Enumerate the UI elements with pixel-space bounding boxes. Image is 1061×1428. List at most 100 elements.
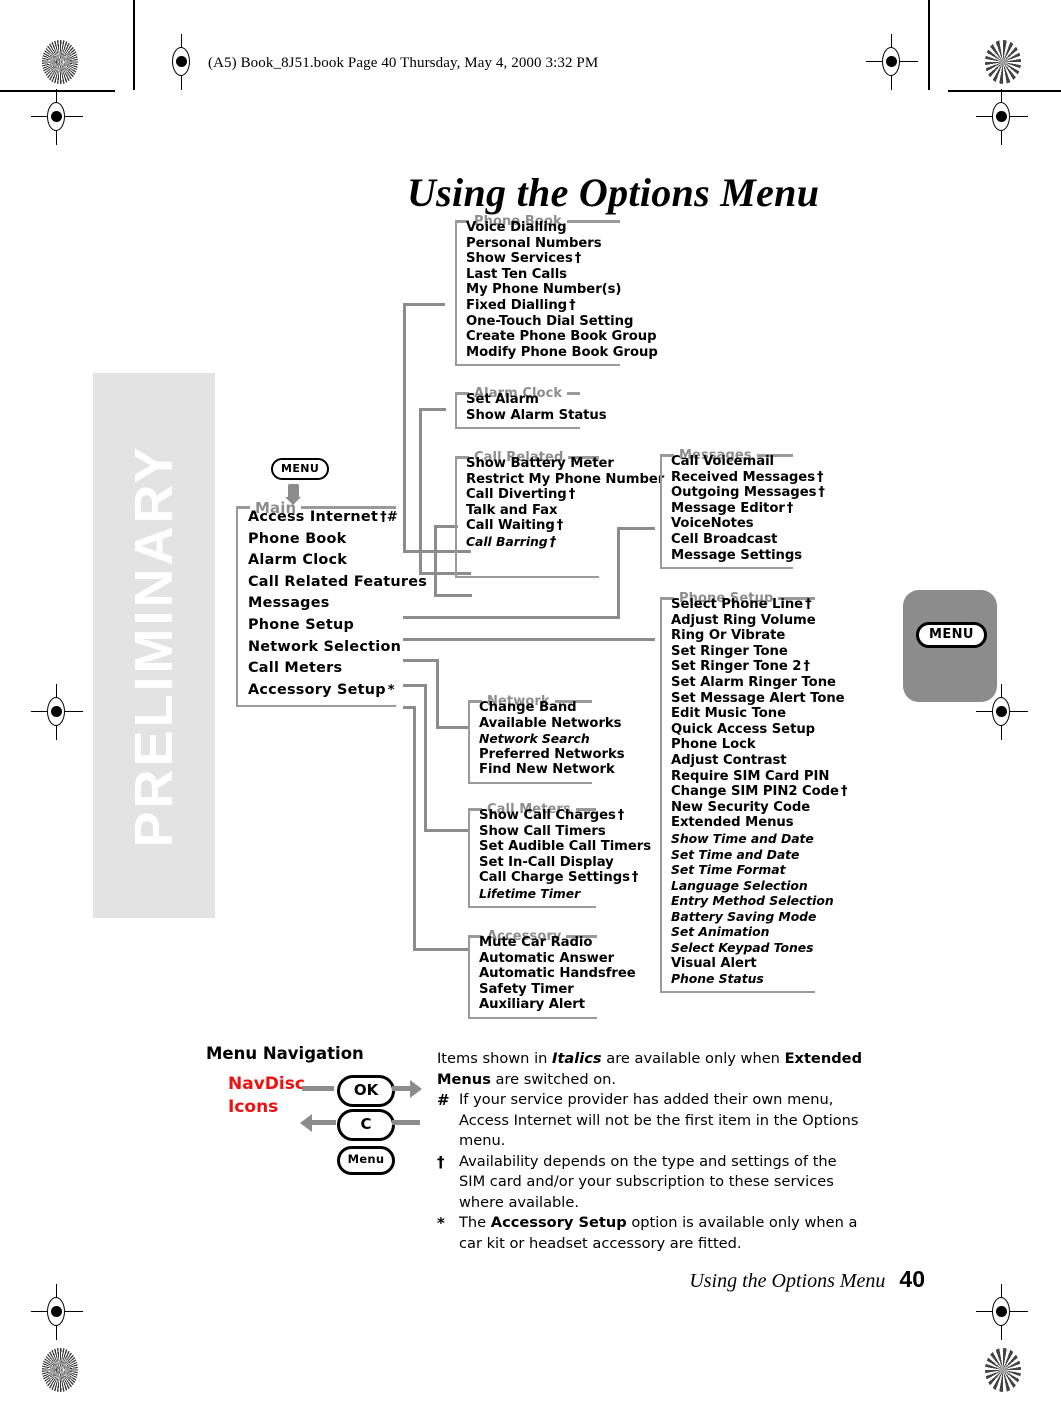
menu-item[interactable]: Entry Method Selection — [671, 893, 834, 909]
navdisc-row-ok: OK — [302, 1075, 430, 1109]
connector-network-v — [436, 659, 440, 729]
connector-network-h1 — [403, 659, 439, 663]
menu-item[interactable]: Visual Alert — [671, 956, 809, 972]
menu-item[interactable]: Show Battery Meter — [466, 456, 614, 472]
menu-item[interactable]: Require SIM Card PIN — [671, 769, 829, 785]
menu-item[interactable]: Set Alarm — [466, 392, 574, 408]
menu-item-footnote-mark: † — [617, 808, 625, 823]
menu-item[interactable]: Access Internet †# — [248, 507, 398, 529]
menu-item[interactable]: Set In-Call Display — [479, 855, 614, 871]
menu-item[interactable]: Set Alarm Ringer Tone — [671, 675, 836, 691]
menu-item[interactable]: Set Ringer Tone — [671, 644, 809, 660]
menu-item[interactable]: Message Editor † — [671, 501, 793, 517]
crop-mark-top-right — [976, 89, 1028, 145]
menu-item[interactable]: Show Call Charges † — [479, 808, 624, 824]
menu-item[interactable]: Auxiliary Alert — [479, 997, 591, 1013]
menu-item[interactable]: Change SIM PIN2 Code † — [671, 784, 847, 800]
menu-item[interactable]: Modify Phone Book Group — [466, 345, 658, 361]
menu-item[interactable]: Quick Access Setup — [671, 722, 815, 738]
menu-item[interactable]: Available Networks — [479, 716, 621, 732]
menu-key-top[interactable]: MENU — [271, 457, 330, 480]
footnote-text: If your service provider has added their… — [459, 1091, 859, 1149]
menu-item[interactable]: Automatic Answer — [479, 951, 614, 967]
footnote-text: Accessory Setup — [490, 1214, 627, 1231]
menu-item[interactable]: Set Animation — [671, 924, 809, 940]
navdisc-line-1: NavDisc — [228, 1074, 305, 1094]
menu-item[interactable]: Personal Numbers — [466, 236, 614, 252]
connector-network-h2 — [436, 726, 470, 730]
menu-item[interactable]: Select Phone Line † — [671, 597, 812, 613]
menu-item[interactable]: Extended Menus — [671, 815, 809, 831]
menu-item[interactable]: Call Related Features — [248, 572, 427, 594]
menu-item[interactable]: Mute Car Radio — [479, 935, 592, 951]
menu-item[interactable]: Voice Dialling — [466, 220, 614, 236]
menu-item[interactable]: Phone Lock — [671, 737, 809, 753]
menu-item[interactable]: Find New Network — [479, 762, 615, 778]
menu-item[interactable]: Automatic Handsfree — [479, 966, 636, 982]
menu-item[interactable]: Set Audible Call Timers — [479, 839, 651, 855]
menu-item[interactable]: Set Ringer Tone 2 † — [671, 659, 810, 675]
menu-item[interactable]: Outgoing Messages † — [671, 485, 825, 501]
menu-item[interactable]: Edit Music Tone — [671, 706, 809, 722]
menu-item-footnote-mark: † — [569, 297, 576, 313]
menu-item[interactable]: Call Diverting † — [466, 487, 593, 503]
menu-item[interactable]: Adjust Contrast — [671, 753, 809, 769]
clear-key[interactable]: C — [337, 1109, 395, 1141]
menu-item[interactable]: Show Call Timers — [479, 824, 606, 840]
menu-item[interactable]: Set Message Alert Tone — [671, 691, 845, 707]
crop-mark-mid-right — [976, 684, 1028, 740]
menu-item[interactable]: Accessory Setup * — [248, 680, 395, 702]
menu-item[interactable]: Last Ten Calls — [466, 267, 614, 283]
menu-item[interactable]: Adjust Ring Volume — [671, 613, 816, 629]
menu-item-footnote-mark: † — [805, 597, 812, 612]
trim-line-top-left — [0, 90, 115, 92]
menu-item[interactable]: Show Alarm Status — [466, 408, 607, 424]
menu-item[interactable]: Safety Timer — [479, 982, 591, 998]
menu-item[interactable]: Received Messages † — [671, 470, 824, 486]
menu-item[interactable]: Call Voicemail — [671, 454, 787, 470]
menu-item[interactable]: Preferred Networks — [479, 747, 625, 763]
menu-item[interactable]: Message Settings — [671, 548, 802, 564]
menu-item[interactable]: Fixed Dialling † — [466, 298, 614, 314]
menu-item[interactable]: Call Charge Settings † — [479, 870, 638, 886]
page-title: Using the Options Menu — [407, 169, 820, 215]
menu-item-footnote-mark: † — [556, 518, 564, 534]
menu-item[interactable]: Set Time and Date — [671, 847, 809, 863]
submenu-list-accessory: Mute Car Radio Automatic Answer Automatic … — [468, 929, 636, 1019]
menu-item[interactable]: Alarm Clock — [248, 550, 392, 572]
main-menu-box: Main Access Internet †# Phone Book Alarm Cl… — [236, 499, 427, 708]
menu-item[interactable]: Restrict My Phone Number — [466, 472, 664, 488]
menu-item[interactable]: Messages — [248, 593, 392, 615]
arrow-bar-right-ok — [392, 1086, 412, 1091]
menu-item[interactable]: Show Services † — [466, 251, 614, 267]
ok-key[interactable]: OK — [337, 1075, 395, 1107]
menu-item[interactable]: Language Selection — [671, 878, 809, 894]
menu-item[interactable]: Change Band — [479, 700, 586, 716]
menu-item[interactable]: Cell Broadcast — [671, 532, 787, 548]
menu-item[interactable]: Create Phone Book Group — [466, 329, 657, 345]
menu-item[interactable]: Phone Status — [671, 971, 809, 987]
menu-item[interactable]: One-Touch Dial Setting — [466, 314, 633, 330]
menu-item[interactable]: Network Selection — [248, 637, 401, 659]
menu-item[interactable]: Set Time Format — [671, 862, 809, 878]
menu-item[interactable]: VoiceNotes — [671, 516, 787, 532]
menu-item[interactable]: Battery Saving Mode — [671, 909, 816, 925]
menu-item[interactable]: Talk and Fax — [466, 503, 593, 519]
registration-starburst-bottom-left — [42, 1348, 78, 1392]
submenu-call-related: Call Related Show Battery Meter Restrict … — [455, 450, 664, 578]
menu-item[interactable]: Call Meters — [248, 658, 392, 680]
menu-item[interactable]: Select Keypad Tones — [671, 940, 813, 956]
menu-item[interactable]: New Security Code — [671, 800, 810, 816]
menu-item[interactable]: Ring Or Vibrate — [671, 628, 809, 644]
menu-item[interactable]: Show Time and Date — [671, 831, 814, 847]
footnote-row: * The Accessory Setup option is available… — [437, 1213, 867, 1254]
menu-item[interactable]: Lifetime Timer — [479, 886, 590, 902]
menu-item[interactable]: Phone Setup — [248, 615, 392, 637]
menu-item[interactable]: Phone Book — [248, 529, 392, 551]
menu-item[interactable]: Call Waiting † — [466, 518, 593, 534]
arrow-right-icon — [410, 1080, 422, 1098]
menu-item[interactable]: Network Search — [479, 731, 590, 747]
menu-item[interactable]: Call Barring † — [466, 534, 593, 551]
menu-item[interactable]: My Phone Number(s) — [466, 282, 621, 298]
menu-key[interactable]: Menu — [337, 1146, 395, 1175]
